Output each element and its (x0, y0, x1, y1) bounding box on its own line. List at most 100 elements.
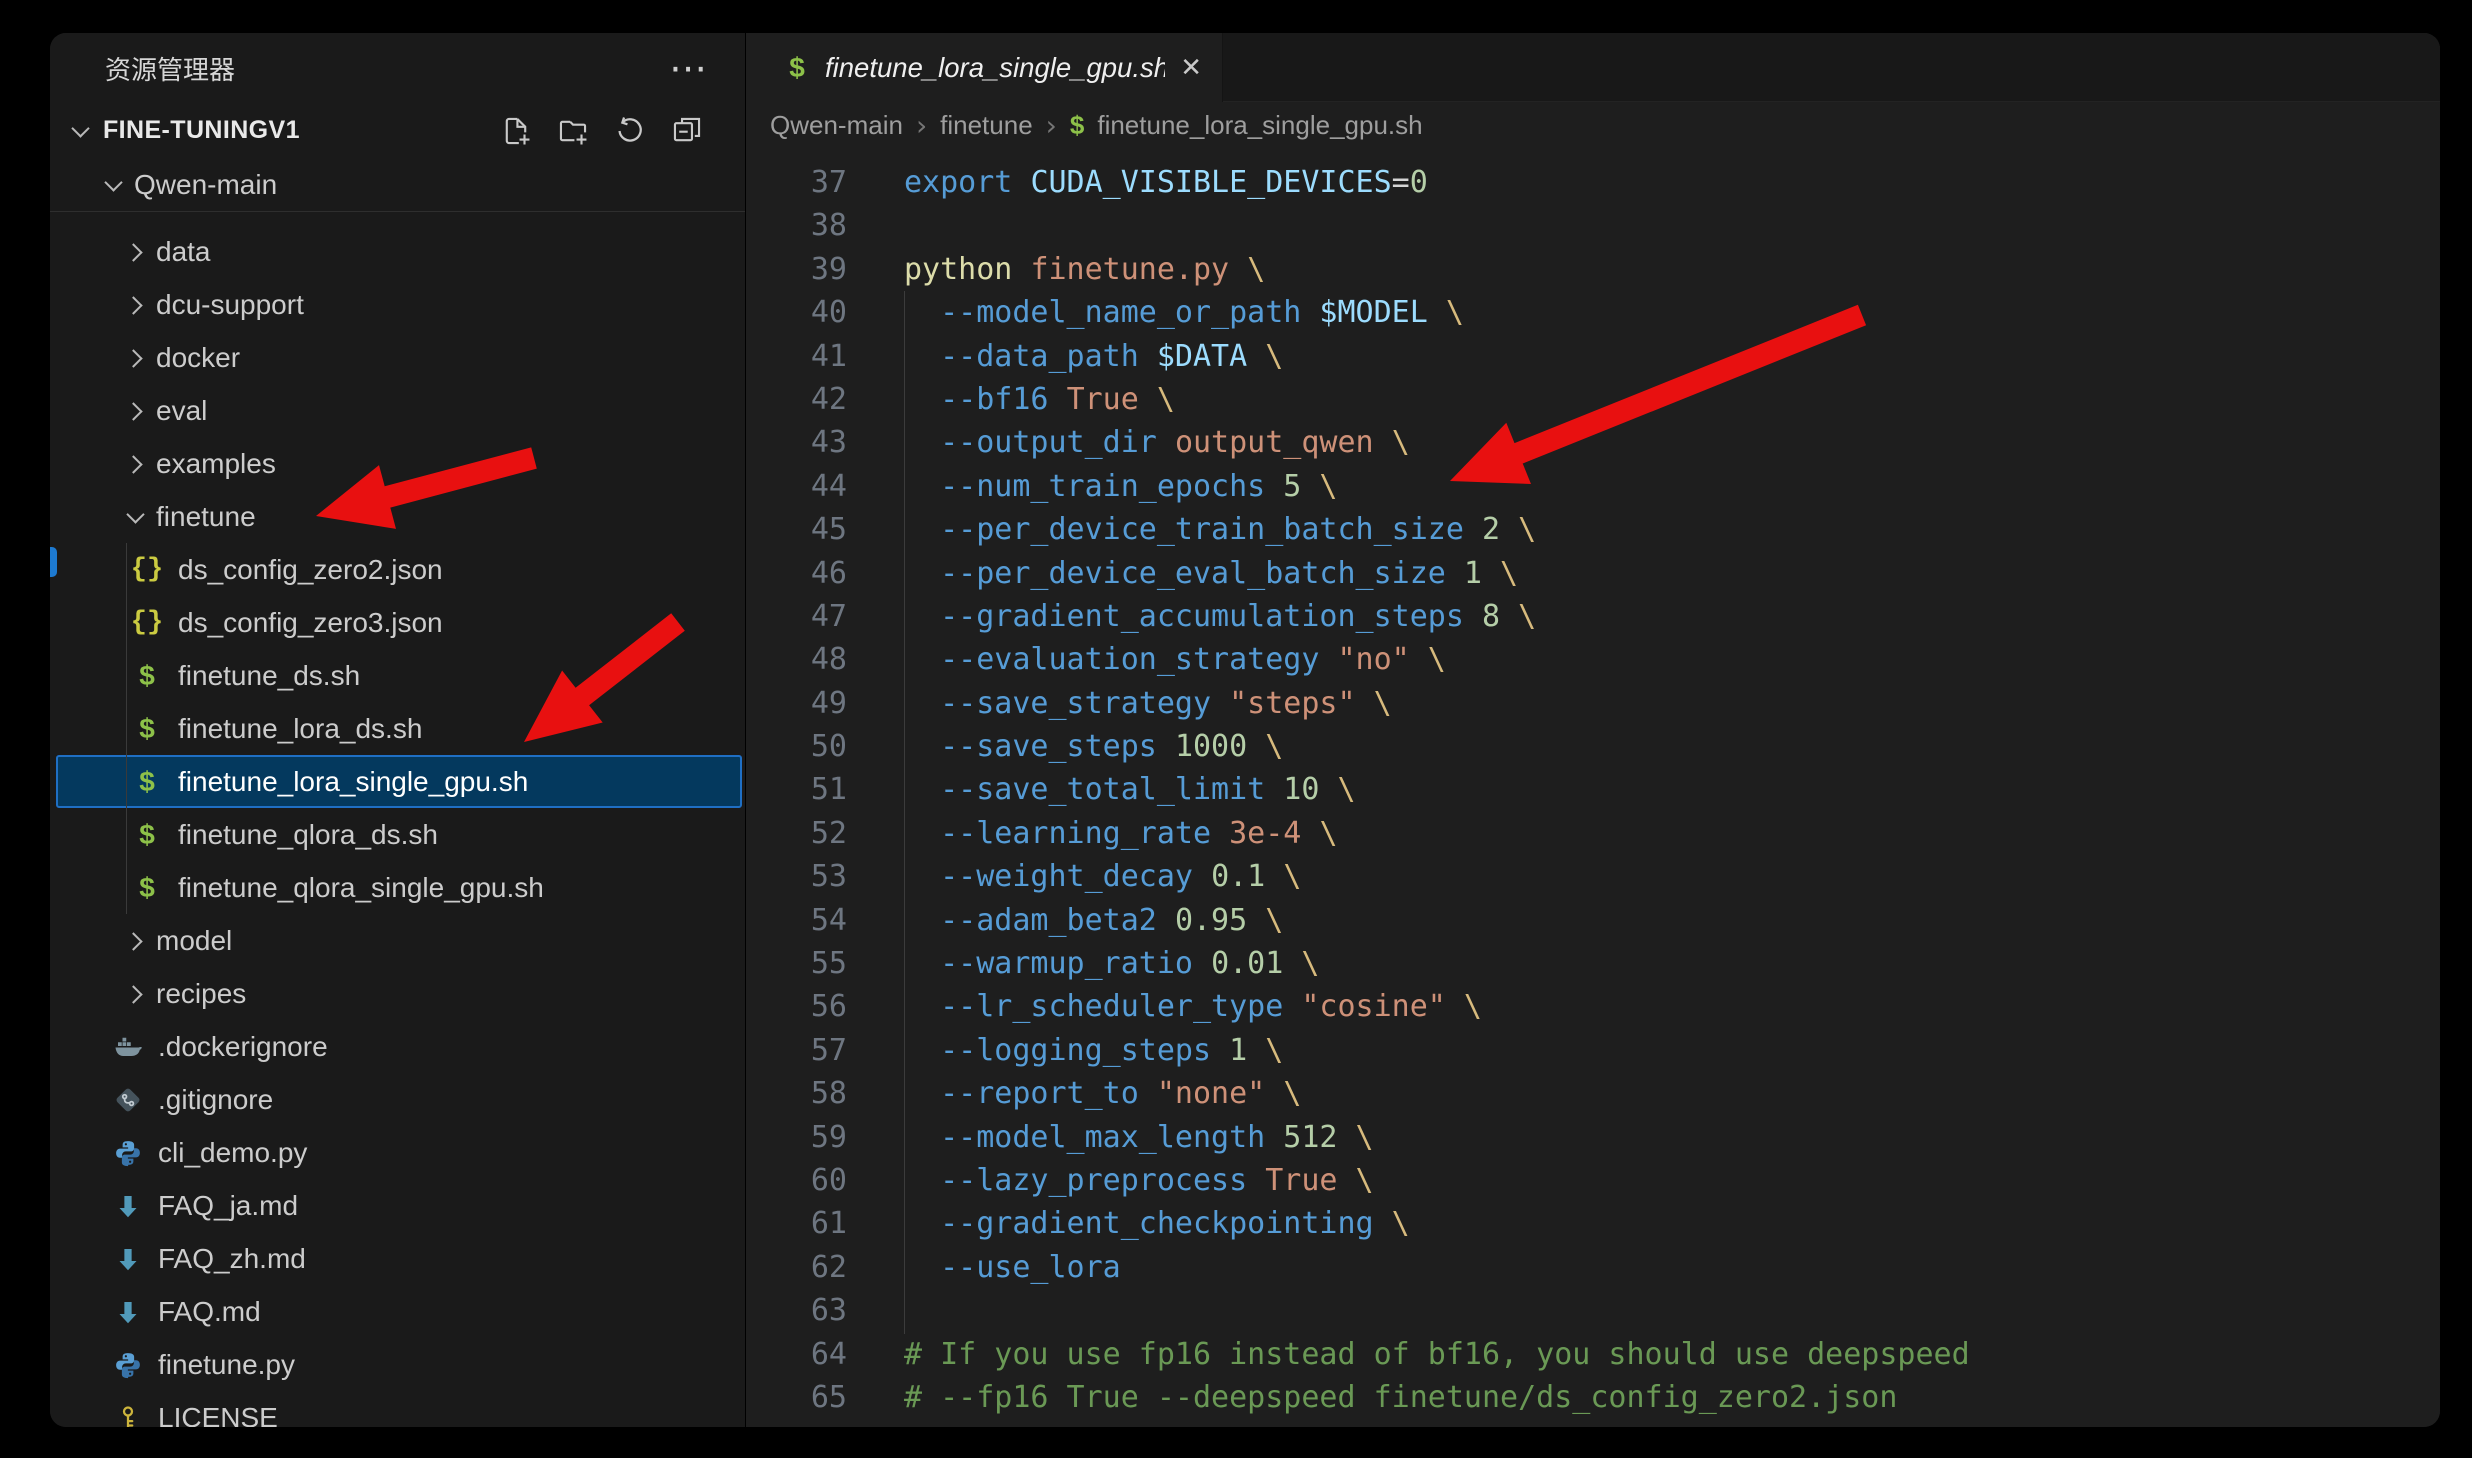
tree-item-label: FAQ.md (158, 1296, 261, 1328)
line-number: 37 (746, 161, 847, 204)
tree-item-label: Qwen-main (134, 169, 277, 201)
code-line-55: 55 --warmup_ratio 0.01 \ (746, 942, 2440, 985)
explorer-header: 资源管理器 ⋯ (50, 33, 745, 103)
breadcrumb-item[interactable]: Qwen-main (770, 110, 903, 141)
tree-folder-recipes[interactable]: recipes (50, 967, 745, 1020)
tree-file-faq-ja-md[interactable]: FAQ_ja.md (50, 1179, 745, 1232)
tree-item-label: finetune_lora_single_gpu.sh (178, 766, 528, 798)
code-line-61: 61 --gradient_checkpointing \ (746, 1202, 2440, 1245)
key-file-icon (113, 1403, 143, 1428)
project-root-row[interactable]: FINE-TUNINGV1 (50, 103, 745, 158)
tree-file--dockerignore[interactable]: .dockerignore (50, 1020, 745, 1073)
code-line-39: 39python finetune.py \ (746, 248, 2440, 291)
tree-file-finetune-ds-sh[interactable]: $finetune_ds.sh (50, 649, 745, 702)
new-folder-icon[interactable] (556, 114, 590, 148)
code-line-47: 47 --gradient_accumulation_steps 8 \ (746, 595, 2440, 638)
code-line-64: 64# If you use fp16 instead of bf16, you… (746, 1333, 2440, 1376)
tree-item-label: data (156, 236, 211, 268)
tab-finetune-lora-single-gpu[interactable]: $ finetune_lora_single_gpu.sh ✕ (746, 33, 1223, 102)
panel-title: 资源管理器 (105, 50, 235, 87)
tree-folder-dcu-support[interactable]: dcu-support (50, 278, 745, 331)
chevron-right-icon (124, 294, 146, 316)
code-line-38: 38 (746, 204, 2440, 247)
line-number: 57 (746, 1029, 847, 1072)
chevron-right-icon (124, 400, 146, 422)
tree-file-cli-demo-py[interactable]: cli_demo.py (50, 1126, 745, 1179)
tree-folder-eval[interactable]: eval (50, 384, 745, 437)
tree-item-label: model (156, 925, 232, 957)
more-actions-icon[interactable]: ⋯ (669, 49, 707, 87)
tree-file--gitignore[interactable]: .gitignore (50, 1073, 745, 1126)
code-line-53: 53 --weight_decay 0.1 \ (746, 855, 2440, 898)
tree-folder-finetune[interactable]: finetune (50, 490, 745, 543)
tree-item-label: docker (156, 342, 240, 374)
shell-file-icon: $ (1070, 110, 1084, 141)
chevron-down-icon (69, 120, 91, 142)
tree-file-faq-md[interactable]: FAQ.md (50, 1285, 745, 1338)
tree-folder-model[interactable]: model (50, 914, 745, 967)
tree-file-finetune-qlora-ds-sh[interactable]: $finetune_qlora_ds.sh (50, 808, 745, 861)
chevron-right-icon (124, 347, 146, 369)
line-number: 52 (746, 812, 847, 855)
breadcrumb-item[interactable]: finetune_lora_single_gpu.sh (1097, 110, 1422, 141)
tree-file-faq-zh-md[interactable]: FAQ_zh.md (50, 1232, 745, 1285)
explorer-toolbar (499, 114, 704, 148)
tree-file-finetune-lora-ds-sh[interactable]: $ finetune_lora_ds.sh (50, 702, 745, 755)
line-number: 50 (746, 725, 847, 768)
code-editor[interactable]: 37export CUDA_VISIBLE_DEVICES=03839pytho… (746, 149, 2440, 1427)
line-number: 42 (746, 378, 847, 421)
line-number: 39 (746, 248, 847, 291)
line-number: 44 (746, 465, 847, 508)
tree-file-finetune-qlora-single-gpu-sh[interactable]: $finetune_qlora_single_gpu.sh (50, 861, 745, 914)
tree-item-label: FAQ_ja.md (158, 1190, 298, 1222)
refresh-icon[interactable] (613, 114, 647, 148)
code-line-54: 54 --adam_beta2 0.95 \ (746, 899, 2440, 942)
tree-item-label: finetune_qlora_single_gpu.sh (178, 872, 544, 904)
line-number: 59 (746, 1116, 847, 1159)
line-number: 63 (746, 1289, 847, 1332)
markdown-file-icon (113, 1297, 143, 1327)
tree-file-ds-config-zero3-json[interactable]: {}ds_config_zero3.json (50, 596, 745, 649)
code-line-45: 45 --per_device_train_batch_size 2 \ (746, 508, 2440, 551)
explorer-sidebar: 资源管理器 ⋯ FINE-TUNINGV1 (50, 33, 746, 1427)
shell-file-icon: $ (132, 820, 162, 850)
vscode-window: 资源管理器 ⋯ FINE-TUNINGV1 (50, 33, 2440, 1427)
code-line-63: 63 (746, 1289, 2440, 1332)
tree-folder-examples[interactable]: examples (50, 437, 745, 490)
tree-file-finetune-py[interactable]: finetune.py (50, 1338, 745, 1391)
tree-file-finetune-lora-single-gpu-sh[interactable]: $finetune_lora_single_gpu.sh (50, 755, 745, 808)
code-line-51: 51 --save_total_limit 10 \ (746, 768, 2440, 811)
shell-file-icon: $ (132, 661, 162, 691)
tree-file-ds-config-zero2-json[interactable]: {}ds_config_zero2.json (50, 543, 745, 596)
line-number: 51 (746, 768, 847, 811)
line-number: 65 (746, 1376, 847, 1419)
close-icon[interactable]: ✕ (1180, 53, 1202, 83)
code-line-56: 56 --lr_scheduler_type "cosine" \ (746, 985, 2440, 1028)
line-number: 46 (746, 552, 847, 595)
tree-item-label: dcu-support (156, 289, 304, 321)
collapse-all-icon[interactable] (670, 114, 704, 148)
code-line-50: 50 --save_steps 1000 \ (746, 725, 2440, 768)
code-line-43: 43 --output_dir output_qwen \ (746, 421, 2440, 464)
line-number: 61 (746, 1202, 847, 1245)
code-line-48: 48 --evaluation_strategy "no" \ (746, 638, 2440, 681)
markdown-file-icon (113, 1244, 143, 1274)
shell-file-icon: $ (132, 714, 162, 744)
tree-folder-docker[interactable]: docker (50, 331, 745, 384)
breadcrumb-separator: › (916, 109, 927, 142)
breadcrumb: Qwen-main › finetune › $ finetune_lora_single… (746, 102, 2440, 149)
line-number: 55 (746, 942, 847, 985)
tree-file-license[interactable]: LICENSE (50, 1391, 745, 1427)
tree-item-label: finetune_lora_ds.sh (178, 713, 422, 745)
chevron-down-icon (124, 506, 146, 528)
project-root-label: FINE-TUNINGV1 (103, 116, 300, 145)
code-line-60: 60 --lazy_preprocess True \ (746, 1159, 2440, 1202)
breadcrumb-separator: › (1046, 109, 1057, 142)
new-file-icon[interactable] (499, 114, 533, 148)
git-file-icon (113, 1085, 143, 1115)
breadcrumb-item[interactable]: finetune (940, 110, 1033, 141)
docker-file-icon (113, 1032, 143, 1062)
tree-folder-data[interactable]: data (50, 225, 745, 278)
tree-item-label: finetune (156, 501, 256, 533)
tree-folder-qwen-main[interactable]: Qwen-main (50, 158, 745, 212)
